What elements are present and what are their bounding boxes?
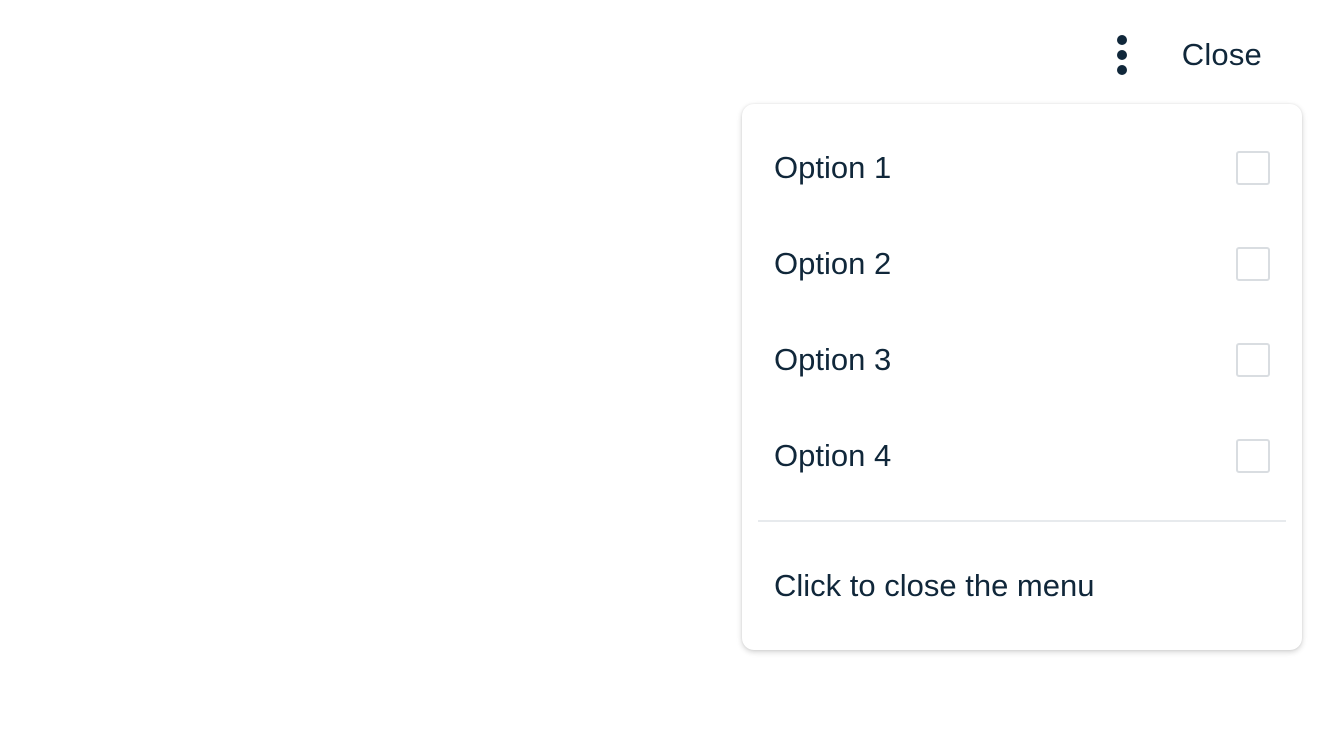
menu-options-list: Option 1 Option 2 Option 3 Option 4 [742,120,1302,504]
menu-item-label: Option 2 [774,246,892,281]
menu-item-option-4[interactable]: Option 4 [742,408,1302,504]
close-button[interactable]: Close [1170,24,1274,86]
menu-item-option-2[interactable]: Option 2 [742,216,1302,312]
page: Close Option 1 Option 2 Option 3 Option … [0,0,1334,750]
option-1-checkbox[interactable] [1236,151,1270,185]
vertical-dots-icon [1116,35,1127,75]
menu-item-label: Option 3 [774,342,892,377]
option-4-checkbox[interactable] [1236,439,1270,473]
menu-item-label: Option 1 [774,150,892,185]
menu-item-option-1[interactable]: Option 1 [742,120,1302,216]
more-options-button[interactable] [1104,24,1140,86]
option-2-checkbox[interactable] [1236,247,1270,281]
option-3-checkbox[interactable] [1236,343,1270,377]
menu-item-label: Option 4 [774,438,892,473]
dropdown-menu: Option 1 Option 2 Option 3 Option 4 Clic… [742,104,1302,650]
menu-item-option-3[interactable]: Option 3 [742,312,1302,408]
close-menu-label: Click to close the menu [774,568,1095,603]
close-menu-item[interactable]: Click to close the menu [742,522,1302,650]
top-toolbar: Close [1104,24,1274,86]
